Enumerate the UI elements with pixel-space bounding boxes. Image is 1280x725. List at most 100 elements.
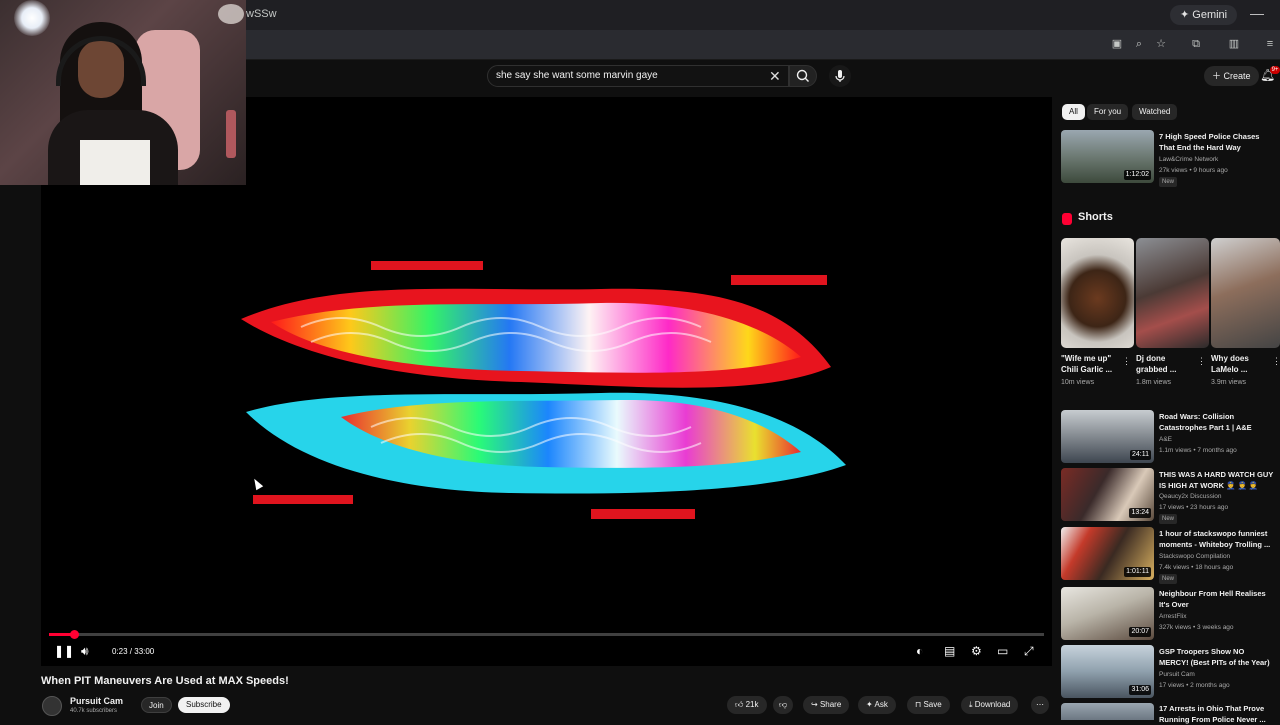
recommendation-thumbnail[interactable]: 31:06 bbox=[1061, 645, 1154, 698]
new-badge: New bbox=[1159, 177, 1178, 187]
chip-for-you[interactable]: For you bbox=[1087, 104, 1129, 120]
recommendation-thumbnail[interactable]: 1:01:11 bbox=[1061, 527, 1154, 580]
recommendation-channel[interactable]: Law&Crime Network bbox=[1159, 154, 1277, 165]
short-views: 10m views bbox=[1061, 379, 1095, 386]
chip-watched[interactable]: Watched bbox=[1132, 104, 1178, 120]
search-query-text[interactable]: she say she want some marvin gaye bbox=[496, 70, 658, 81]
download-button[interactable]: ⤓ Download bbox=[961, 696, 1019, 714]
ask-button[interactable]: ✦ Ask bbox=[858, 696, 896, 714]
more-vertical-icon[interactable]: ⋮ bbox=[1122, 356, 1131, 367]
join-button[interactable]: Join bbox=[141, 697, 172, 713]
fullscreen-icon[interactable]: ⤢ bbox=[1024, 642, 1034, 660]
more-vertical-icon[interactable]: ⋮ bbox=[1272, 356, 1280, 367]
new-badge: New bbox=[1159, 574, 1178, 584]
create-label: Create bbox=[1223, 71, 1251, 81]
theater-mode-icon[interactable]: ▭ bbox=[997, 642, 1008, 660]
pause-icon[interactable]: ❚❚ bbox=[54, 642, 74, 660]
shorts-icon bbox=[1062, 213, 1072, 225]
reading-list-icon[interactable]: ≡ bbox=[1263, 37, 1277, 51]
recommendation-title[interactable]: 7 High Speed Police Chases That End the … bbox=[1159, 131, 1274, 153]
short-thumbnail[interactable] bbox=[1061, 238, 1134, 348]
extensions-icon[interactable]: ⧉ bbox=[1189, 37, 1203, 51]
settings-gear-icon[interactable]: ⚙ bbox=[971, 642, 982, 660]
video-duration: 31:06 bbox=[1129, 685, 1151, 695]
short-thumbnail[interactable] bbox=[1211, 238, 1280, 348]
new-badge: New bbox=[1159, 514, 1178, 524]
video-title: When PIT Maneuvers Are Used at MAX Speed… bbox=[41, 675, 289, 687]
share-button[interactable]: ↪ Share bbox=[803, 696, 850, 714]
short-title[interactable]: Dj done grabbed ... bbox=[1136, 353, 1196, 375]
save-button[interactable]: ⊓ Save bbox=[907, 696, 950, 714]
recommendation-title[interactable]: 1 hour of stackswopo funniest moments - … bbox=[1159, 528, 1274, 550]
thumbs-down-icon: 👎︎ bbox=[779, 700, 788, 709]
notification-count-badge: 9+ bbox=[1270, 66, 1280, 74]
recommendation-title[interactable]: THIS WAS A HARD WATCH GUY IS HIGH AT WOR… bbox=[1159, 469, 1274, 491]
like-button[interactable]: 👍︎ 21k bbox=[727, 696, 767, 714]
recommendation-channel[interactable]: ArrestFlix bbox=[1159, 611, 1277, 622]
create-button[interactable]: ＋ Create bbox=[1204, 66, 1259, 86]
autoplay-toggle-icon[interactable]: ◐ bbox=[916, 642, 923, 660]
search-button[interactable] bbox=[789, 65, 817, 87]
recommendation-channel[interactable]: A&E bbox=[1159, 434, 1277, 445]
search-input[interactable]: she say she want some marvin gaye ✕ bbox=[487, 65, 789, 87]
recommendation-meta: 27k views • 9 hours ago bbox=[1159, 167, 1228, 174]
share-label: Share bbox=[819, 700, 842, 709]
gemini-label: Gemini bbox=[1192, 9, 1228, 21]
subscribe-button[interactable]: Subscribe bbox=[178, 697, 230, 713]
minimize-window-button[interactable]: — bbox=[1250, 5, 1264, 21]
recommendation-thumbnail[interactable]: 13:24 bbox=[1061, 468, 1154, 521]
short-title[interactable]: Why does LaMelo ... bbox=[1211, 353, 1271, 375]
volume-icon[interactable]: 🔊︎ bbox=[81, 642, 89, 660]
recommendation-title[interactable]: 17 Arrests in Ohio That Prove Running Fr… bbox=[1159, 703, 1274, 725]
url-text[interactable]: wSSw bbox=[246, 8, 277, 20]
channel-avatar[interactable] bbox=[42, 696, 62, 716]
subtitles-icon[interactable]: ▤ bbox=[944, 642, 955, 660]
chip-all[interactable]: All bbox=[1062, 104, 1085, 120]
subscriber-count: 40.7k subscribers bbox=[70, 708, 118, 714]
sparkle-icon: ✦ bbox=[1180, 9, 1193, 21]
more-actions-button[interactable]: ⋯ bbox=[1031, 696, 1049, 714]
zoom-icon[interactable]: ⌕ bbox=[1132, 37, 1146, 51]
short-thumbnail[interactable] bbox=[1136, 238, 1209, 348]
clear-search-button[interactable]: ✕ bbox=[769, 68, 781, 85]
recommendation-thumbnail[interactable] bbox=[1061, 703, 1154, 720]
short-title[interactable]: "Wife me up" Chili Garlic ... bbox=[1061, 353, 1121, 375]
microphone-icon bbox=[835, 70, 845, 82]
recommendation-thumbnail[interactable]: 20:07 bbox=[1061, 587, 1154, 640]
plus-icon: ＋ bbox=[1212, 71, 1224, 81]
recommendation-thumbnail[interactable]: 24:11 bbox=[1061, 410, 1154, 463]
short-views: 3.9m views bbox=[1211, 379, 1247, 386]
dislike-button[interactable]: 👎︎ bbox=[773, 696, 794, 714]
ask-label: Ask bbox=[874, 700, 888, 709]
recommendation-channel[interactable]: Qeaucy2x Discussion bbox=[1159, 491, 1277, 502]
more-horizontal-icon: ⋯ bbox=[1036, 700, 1044, 709]
video-duration: 1:12:02 bbox=[1123, 170, 1151, 180]
progress-scrubber-handle[interactable] bbox=[69, 630, 79, 639]
channel-name[interactable]: Pursuit Cam bbox=[70, 696, 123, 706]
recommendation-thumbnail[interactable]: 1:12:02 bbox=[1061, 130, 1154, 183]
install-app-icon[interactable]: ▣ bbox=[1110, 37, 1124, 51]
recommendation-title[interactable]: GSP Troopers Show NO MERCY! (Best PITs o… bbox=[1159, 646, 1274, 668]
webcam-light bbox=[14, 0, 50, 36]
recommendation-title[interactable]: Road Wars: Collision Catastrophes Part 1… bbox=[1159, 411, 1274, 433]
recommendation-title[interactable]: Neighbour From Hell Realises It's Over bbox=[1159, 588, 1274, 610]
side-panel-icon[interactable]: ▥ bbox=[1227, 37, 1241, 51]
video-duration: 24:11 bbox=[1130, 450, 1151, 460]
gemini-button[interactable]: ✦ Gemini bbox=[1170, 5, 1238, 25]
voice-search-button[interactable] bbox=[829, 65, 851, 87]
recommendation-meta: 327k views • 3 weeks ago bbox=[1159, 624, 1234, 631]
download-label: Download bbox=[974, 700, 1011, 709]
time-display: 0:23 / 33:00 bbox=[112, 647, 155, 656]
search-icon bbox=[796, 69, 809, 82]
recommendation-meta: 7.4k views • 18 hours ago bbox=[1159, 564, 1234, 571]
bookmark-star-icon[interactable]: ☆ bbox=[1154, 37, 1168, 51]
video-duration: 1:01:11 bbox=[1124, 567, 1151, 577]
webcam-bottle bbox=[226, 110, 236, 158]
video-duration: 13:24 bbox=[1129, 508, 1151, 518]
webcam-decoration bbox=[218, 4, 244, 24]
progress-bar[interactable] bbox=[49, 630, 1044, 639]
like-count: 21k bbox=[745, 700, 759, 709]
more-vertical-icon[interactable]: ⋮ bbox=[1197, 356, 1206, 367]
recommendation-channel[interactable]: Pursuit Cam bbox=[1159, 669, 1277, 680]
recommendation-channel[interactable]: Stackswopo Compilation bbox=[1159, 551, 1277, 562]
